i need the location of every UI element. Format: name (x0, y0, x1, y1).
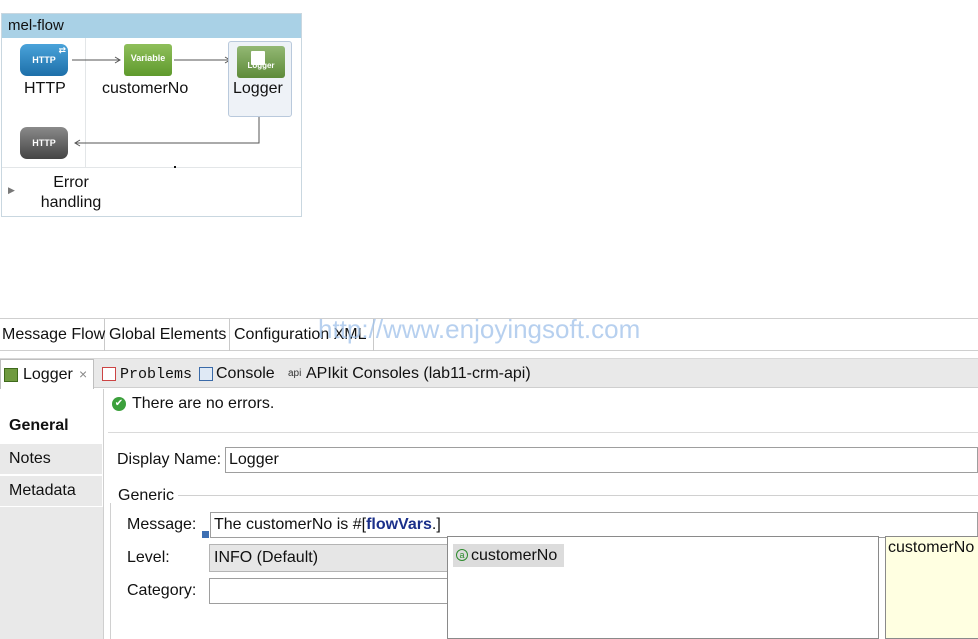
tab-console-label: Console (216, 365, 275, 382)
flow-canvas[interactable]: mel-flow ⇄ HTTP HTTP Variable customerNo… (1, 13, 302, 217)
http-listener-icon[interactable]: ⇄ HTTP (20, 44, 68, 76)
http-response-icon-text: HTTP (32, 138, 56, 148)
generic-group-border-left (110, 503, 111, 639)
autocomplete-detail: customerNo (885, 536, 978, 639)
view-tab-bar: Logger × Problems Console api APIkit Con… (0, 358, 978, 389)
display-name-input[interactable]: Logger (225, 447, 978, 473)
tab-problems-label: Problems (120, 366, 193, 383)
check-icon: ✔ (112, 397, 126, 411)
message-text-keyword: flowVars (366, 516, 432, 533)
tab-global-elements[interactable]: Global Elements (105, 319, 230, 351)
message-label: Message: (127, 516, 197, 533)
logger-icon[interactable]: Logger (237, 46, 285, 78)
variable-node-label[interactable]: customerNo (102, 80, 188, 98)
tab-problems[interactable]: Problems (100, 359, 192, 388)
category-label: Category: (127, 582, 197, 599)
logger-small-icon (4, 368, 18, 382)
logger-node-selected[interactable]: Logger Logger (228, 41, 292, 117)
message-input[interactable]: The customerNo is #[flowVars.] (210, 512, 978, 538)
side-tab-general[interactable]: General (0, 411, 102, 441)
info-icon (202, 531, 209, 538)
generic-group-label: Generic (118, 487, 175, 504)
variable-icon[interactable]: Variable (124, 44, 172, 76)
tab-logger-label: Logger (23, 366, 73, 383)
generic-group-border (178, 495, 978, 496)
category-input[interactable] (209, 578, 449, 604)
autocomplete-item-label: customerNo (471, 547, 558, 564)
watermark-text: http://www.enjoyingsoft.com (318, 314, 641, 344)
flow-dot-marker (174, 166, 176, 168)
message-text-suffix: .] (431, 516, 441, 533)
level-label: Level: (127, 549, 170, 566)
autocomplete-item[interactable]: a customerNo (453, 544, 564, 567)
logger-node-label[interactable]: Logger (233, 80, 283, 98)
tab-message-flow[interactable]: Message Flow (0, 319, 105, 351)
status-separator (108, 432, 978, 433)
expand-triangle-icon[interactable]: ▶ (8, 185, 15, 196)
console-icon (199, 367, 213, 381)
tab-apikit-consoles[interactable]: api APIkit Consoles (lab11-crm-api) (288, 359, 531, 388)
problems-icon (102, 367, 116, 381)
logger-icon-text: Logger (247, 61, 275, 70)
tab-apikit-label: APIkit Consoles (lab11-crm-api) (306, 365, 531, 382)
tab-logger[interactable]: Logger × (0, 359, 94, 389)
http-icon-text: HTTP (32, 55, 56, 65)
api-icon: api (288, 368, 302, 379)
properties-side-nav: General Notes Metadata (0, 389, 104, 639)
autocomplete-popup: a customerNo (447, 536, 879, 639)
message-text-prefix: The customerNo is #[ (214, 516, 367, 533)
exchange-icon: ⇄ (58, 45, 66, 55)
close-icon[interactable]: × (79, 360, 87, 389)
tab-console[interactable]: Console (198, 359, 275, 388)
http-response-icon[interactable]: HTTP (20, 127, 68, 159)
attribute-icon: a (456, 549, 468, 561)
level-select[interactable]: INFO (Default) (209, 544, 449, 572)
side-tab-notes[interactable]: Notes (0, 444, 102, 474)
side-nav-border (103, 389, 104, 639)
http-node-label[interactable]: HTTP (24, 80, 66, 98)
status-message: There are no errors. (132, 395, 275, 412)
side-nav-fill (0, 507, 104, 639)
error-handling-label[interactable]: Error handling (38, 173, 104, 213)
display-name-label: Display Name: (117, 451, 222, 468)
variable-icon-text: Variable (130, 53, 166, 63)
side-tab-metadata[interactable]: Metadata (0, 476, 102, 506)
